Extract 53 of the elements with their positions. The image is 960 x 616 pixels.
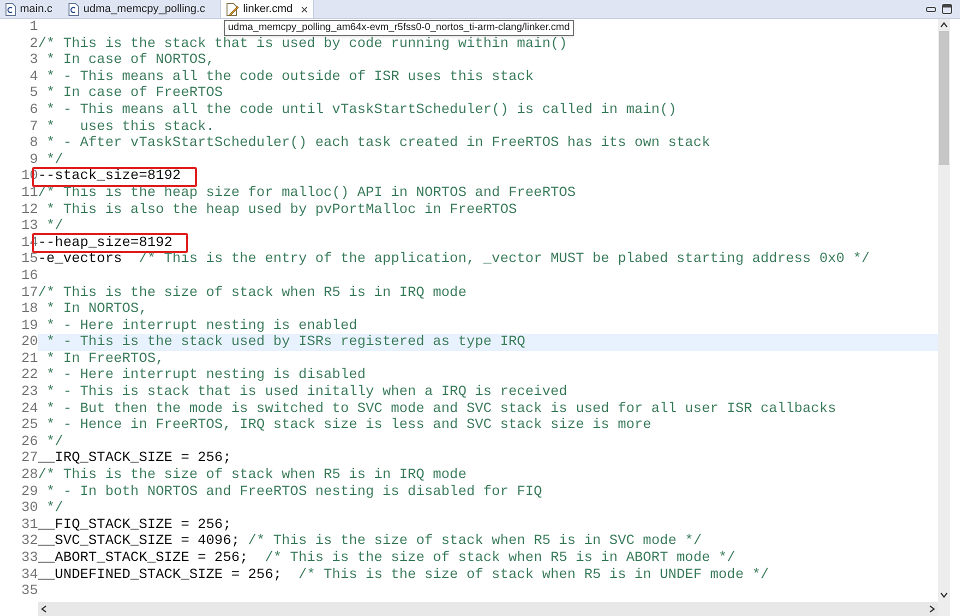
comment-text: * - In both NORTOS and FreeRTOS nesting is disabled for FIQ [45,484,542,500]
code-text: __UNDEFINED_STACK_SIZE = 256; [38,566,283,584]
comment-text: * - This means all the code until vTaskStartScheduler() is called in main() [45,102,677,119]
file-tab[interactable]: udma_memcpy_polling.c [63,0,210,18]
scroll-down-icon[interactable] [940,592,948,598]
code-text: __IRQ_STACK_SIZE = 256; [38,450,232,468]
line-number: 19 [0,318,38,334]
pencil-file-icon [226,2,240,16]
scrollbar-thumb[interactable] [939,31,949,165]
comment-text: /* This is the size of stack when R5 is in SVC mode */ [248,533,702,550]
code-text: __SVC_STACK_SIZE = 4096; [38,533,241,550]
code-text: --stack_size=8192 [38,168,181,185]
tooltip: udma_memcpy_polling_am64x-evm_r5fss0-0_nortos_ti-arm-clang/linker.cmd [224,20,574,36]
comment-text: * In case of FreeRTOS [45,85,223,102]
c-file-icon [5,2,16,16]
code-text: -e_vectors [38,251,124,268]
comment-text: /* This is the size of stack when R5 is in ABORT mode */ [264,550,736,567]
comment-text: * - Here interrupt nesting is enabled [45,318,358,334]
file-tab[interactable]: main.c [0,0,58,18]
minimize-icon[interactable] [926,6,936,12]
file-tab[interactable]: linker.cmd × [220,0,314,18]
comment-text: * - This means all the code outside of ISR uses this stack [45,68,534,86]
comment-text: * In FreeRTOS, [45,350,164,368]
comment-text: * - But then the mode is switched to SVC mode and SVC stack is used for all user ISR callbacks [45,400,836,418]
comment-text: /* This is the size of stack when R5 is in IRQ mode [38,284,466,302]
comment-text: */ [45,500,64,517]
comment-text: * This is also the heap used by pvPortMalloc in FreeRTOS [45,202,517,218]
horizontal-scrollbar[interactable] [38,602,938,616]
comment-text: */ [45,434,64,450]
code-text: __FIQ_STACK_SIZE = 256; [38,516,232,534]
code-text: --heap_size=8192 [38,234,172,252]
comment-text: * - Hence in FreeRTOS, IRQ stack size is less and SVC stack size is more [45,417,652,434]
comment-text: * uses this stack. [45,118,214,136]
comment-text: */ [45,218,64,235]
c-file-icon [68,2,80,16]
comment-text: * In case of NORTOS, [45,52,214,69]
close-icon[interactable]: × [300,2,308,16]
scroll-up-icon[interactable] [940,22,948,28]
scroll-right-icon[interactable] [929,605,935,613]
comment-text: * - This is the stack used by ISRs registered as type IRQ [45,334,526,351]
comment-text: /* This is the stack that is used by code running within main() [38,36,568,52]
comment-text: /* This is the size of stack when R5 is in UNDEF mode */ [298,566,769,584]
comment-text: */ [45,152,64,168]
code-text: __ABORT_STACK_SIZE = 256; [38,550,250,567]
line-number: 20 [0,334,38,351]
comment-text: * - Here interrupt nesting is disabled [45,367,366,384]
vertical-scrollbar[interactable] [938,19,950,616]
comment-text: * In NORTOS, [45,301,148,318]
comment-text: * - This is stack that is used initally when a IRQ is received [45,384,568,401]
comment-text: * - After vTaskStartScheduler() each task created in FreeRTOS has its own stack [45,135,710,152]
scroll-left-icon[interactable] [41,605,47,613]
maximize-icon[interactable] [942,4,952,14]
comment-text: /* This is the size of stack when R5 is in IRQ mode [38,467,466,484]
